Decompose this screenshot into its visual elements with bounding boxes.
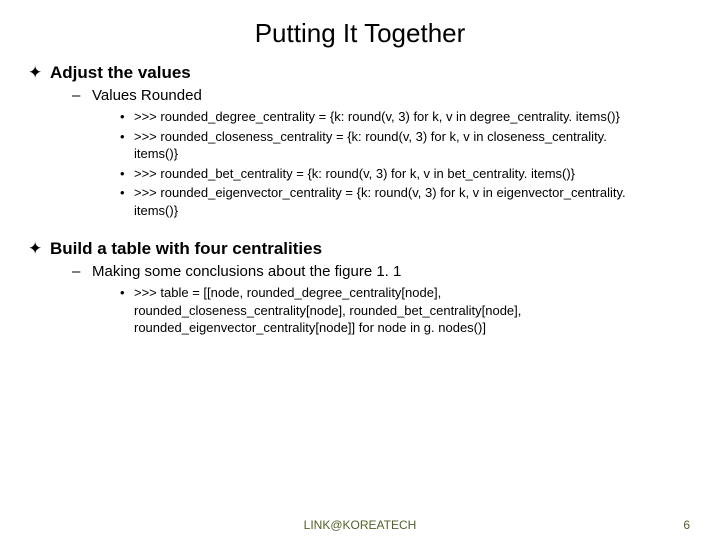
dash-bullet-icon: – — [72, 87, 92, 104]
dot-bullet-icon: • — [120, 165, 134, 183]
code-text: >>> rounded_bet_centrality = {k: round(v… — [134, 165, 575, 183]
code-line: • >>> rounded_bet_centrality = {k: round… — [120, 165, 692, 183]
subheading: – Making some conclusions about the figu… — [72, 263, 692, 280]
code-line: • >>> rounded_eigenvector_centrality = {… — [120, 184, 692, 219]
code-text: >>> rounded_degree_centrality = {k: roun… — [134, 108, 620, 126]
code-text: >>> rounded_closeness_centrality = {k: r… — [134, 128, 654, 163]
dot-bullet-icon: • — [120, 184, 134, 202]
subheading-text: Making some conclusions about the figure… — [92, 263, 401, 280]
heading-text: Build a table with four centralities — [50, 239, 322, 259]
code-line: • >>> rounded_closeness_centrality = {k:… — [120, 128, 692, 163]
section-heading: ✦ Adjust the values — [28, 63, 692, 83]
section-heading: ✦ Build a table with four centralities — [28, 239, 692, 259]
slide: Putting It Together ✦ Adjust the values … — [0, 0, 720, 540]
dot-bullet-icon: • — [120, 284, 134, 302]
code-text: >>> rounded_eigenvector_centrality = {k:… — [134, 184, 654, 219]
diamond-bullet-icon: ✦ — [28, 63, 50, 83]
code-line: • >>> table = [[node, rounded_degree_cen… — [120, 284, 692, 337]
diamond-bullet-icon: ✦ — [28, 239, 50, 259]
slide-title: Putting It Together — [28, 18, 692, 49]
dot-bullet-icon: • — [120, 128, 134, 146]
footer-org: LINK@KOREATECH — [0, 518, 720, 532]
subheading: – Values Rounded — [72, 87, 692, 104]
page-number: 6 — [683, 518, 690, 532]
heading-text: Adjust the values — [50, 63, 191, 83]
subheading-text: Values Rounded — [92, 87, 202, 104]
dash-bullet-icon: – — [72, 263, 92, 280]
code-line: • >>> rounded_degree_centrality = {k: ro… — [120, 108, 692, 126]
dot-bullet-icon: • — [120, 108, 134, 126]
code-text: >>> table = [[node, rounded_degree_centr… — [134, 284, 654, 337]
